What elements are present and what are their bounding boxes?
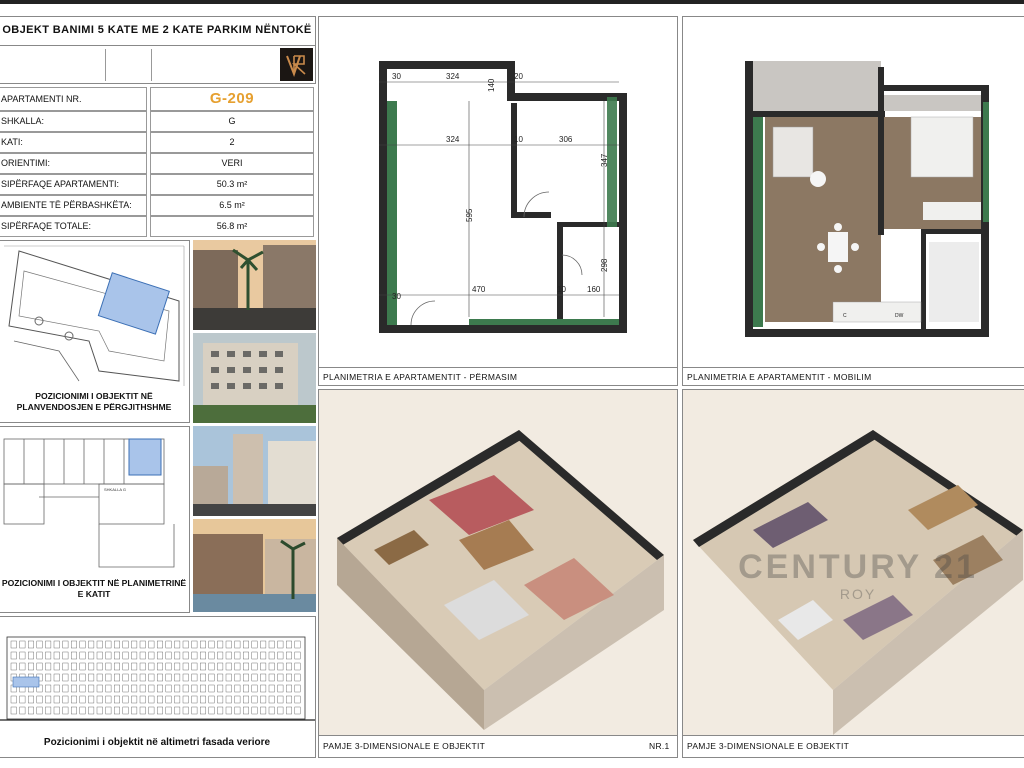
floor-plan-position-panel: SHKALLA G POZICIONIMI I OBJEKTIT NË PLAN… (0, 426, 190, 613)
dim-label: 160 (587, 285, 601, 294)
header-panel: OBJEKT BANIMI 5 KATE ME 2 KATE PARKIM NË… (0, 16, 316, 84)
company-info-right (151, 49, 211, 81)
floor-label: KATI: (0, 132, 147, 153)
building-photo-2 (193, 333, 316, 423)
floor-plan-label: SHKALLA G (104, 487, 126, 492)
apartment-number-label: APARTAMENTI NR. (0, 87, 147, 111)
dimension-plan-drawing: 324 324 306 470 160 595 347 298 140 30 3… (319, 17, 677, 367)
render-view-1-divider (319, 735, 677, 736)
table-row: KATI: 2 (0, 132, 314, 153)
table-row: AMBIENTE TË PËRBASHKËTA: 6.5 m² (0, 195, 314, 216)
watermark-text: CENTURY 21 (738, 548, 978, 586)
render-view-2-divider (683, 735, 1024, 736)
dim-label: 470 (472, 285, 486, 294)
furnished-plan-drawing: DW C (683, 17, 1024, 367)
dim-label: 306 (559, 135, 573, 144)
common-area-value: 6.5 m² (150, 195, 314, 216)
dim-label: 30 (392, 292, 401, 301)
dim-label: 10 (557, 285, 566, 294)
site-plan-panel: POZICIONIMI I OBJEKTIT NË PLANVENDOSJEN … (0, 240, 190, 423)
table-row: SHKALLA: G (0, 111, 314, 132)
building-photo-3 (193, 426, 316, 516)
facade-caption: Pozicionimi i objektit në altimetri fasa… (43, 737, 271, 748)
dimension-plan-caption: PLANIMETRIA E APARTAMENTIT - PËRMASIM (323, 372, 518, 382)
apartment-area-value: 50.3 m² (150, 174, 314, 195)
watermark-subtext: ROY (839, 586, 877, 602)
render-view-2-caption: PAMJE 3-DIMENSIONALE E OBJEKTIT (687, 741, 850, 751)
top-border (0, 0, 1024, 4)
facade-panel: Pozicionimi i objektit në altimetri fasa… (0, 616, 316, 758)
stair-value: G (150, 111, 314, 132)
render-view-1-image (319, 390, 677, 735)
dim-label: 347 (600, 153, 609, 167)
dimension-plan-panel: 324 324 306 470 160 595 347 298 140 30 3… (318, 16, 678, 386)
render-view-2-image: CENTURY 21 ROY (683, 390, 1024, 735)
orientation-label: ORIENTIMI: (0, 153, 147, 174)
total-area-value: 56.8 m² (150, 216, 314, 237)
building-photo-1 (193, 240, 316, 330)
company-logo (280, 48, 313, 81)
furnished-plan-caption: PLANIMETRIA E APARTAMENTIT - MOBILIM (687, 372, 872, 382)
dim-label: 20 (514, 72, 523, 81)
floor-plan-caption: POZICIONIMI I OBJEKTIT NË PLANIMETRINË E… (1, 578, 187, 599)
dim-label: 10 (514, 135, 523, 144)
total-area-label: SIPËRFAQE TOTALE: (0, 216, 147, 237)
table-row: ORIENTIMI: VERI (0, 153, 314, 174)
orientation-value: VERI (150, 153, 314, 174)
common-area-label: AMBIENTE TË PËRBASHKËTA: (0, 195, 147, 216)
dim-label: 324 (446, 135, 460, 144)
table-row: APARTAMENTI NR. G-209 (0, 87, 314, 111)
floor-value: 2 (150, 132, 314, 153)
render-view-1-panel: PAMJE 3-DIMENSIONALE E OBJEKTIT NR.1 (318, 389, 678, 758)
render-view-1-number: NR.1 (649, 741, 670, 751)
furnished-plan-divider (683, 367, 1024, 368)
table-row: SIPËRFAQE APARTAMENTI: 50.3 m² (0, 174, 314, 195)
render-view-2-panel: CENTURY 21 ROY PAMJE 3-DIMENSIONALE E OB… (682, 389, 1024, 758)
table-row: SIPËRFAQE TOTALE: 56.8 m² (0, 216, 314, 237)
apartment-number-value: G-209 (150, 87, 314, 111)
stair-label: SHKALLA: (0, 111, 147, 132)
floor-plan-position-drawing: SHKALLA G (0, 427, 189, 572)
building-photo-4 (193, 519, 316, 612)
furnished-plan-panel: DW C PLANIMETRIA E APARTAMENTIT - MOBILI… (682, 16, 1024, 386)
dimension-plan-divider (319, 367, 677, 368)
company-info-left (105, 49, 149, 81)
facade-drawing (0, 617, 315, 732)
apartment-info-table: APARTAMENTI NR. G-209 SHKALLA: G KATI: 2… (0, 87, 316, 237)
dim-label: 595 (465, 208, 474, 222)
dim-label: 30 (392, 72, 401, 81)
logo-divider (0, 45, 315, 46)
render-view-1-caption: PAMJE 3-DIMENSIONALE E OBJEKTIT (323, 741, 486, 751)
dim-label: 324 (446, 72, 460, 81)
cooker-label: C (843, 313, 847, 319)
project-title: OBJEKT BANIMI 5 KATE ME 2 KATE PARKIM NË… (2, 24, 312, 36)
apartment-area-label: SIPËRFAQE APARTAMENTI: (0, 174, 147, 195)
dim-label: 298 (600, 258, 609, 272)
dim-label: 140 (487, 78, 496, 92)
site-plan-caption: POZICIONIMI I OBJEKTIT NË PLANVENDOSJEN … (16, 391, 172, 412)
dishwasher-label: DW (895, 313, 904, 319)
site-plan-drawing (0, 241, 189, 389)
